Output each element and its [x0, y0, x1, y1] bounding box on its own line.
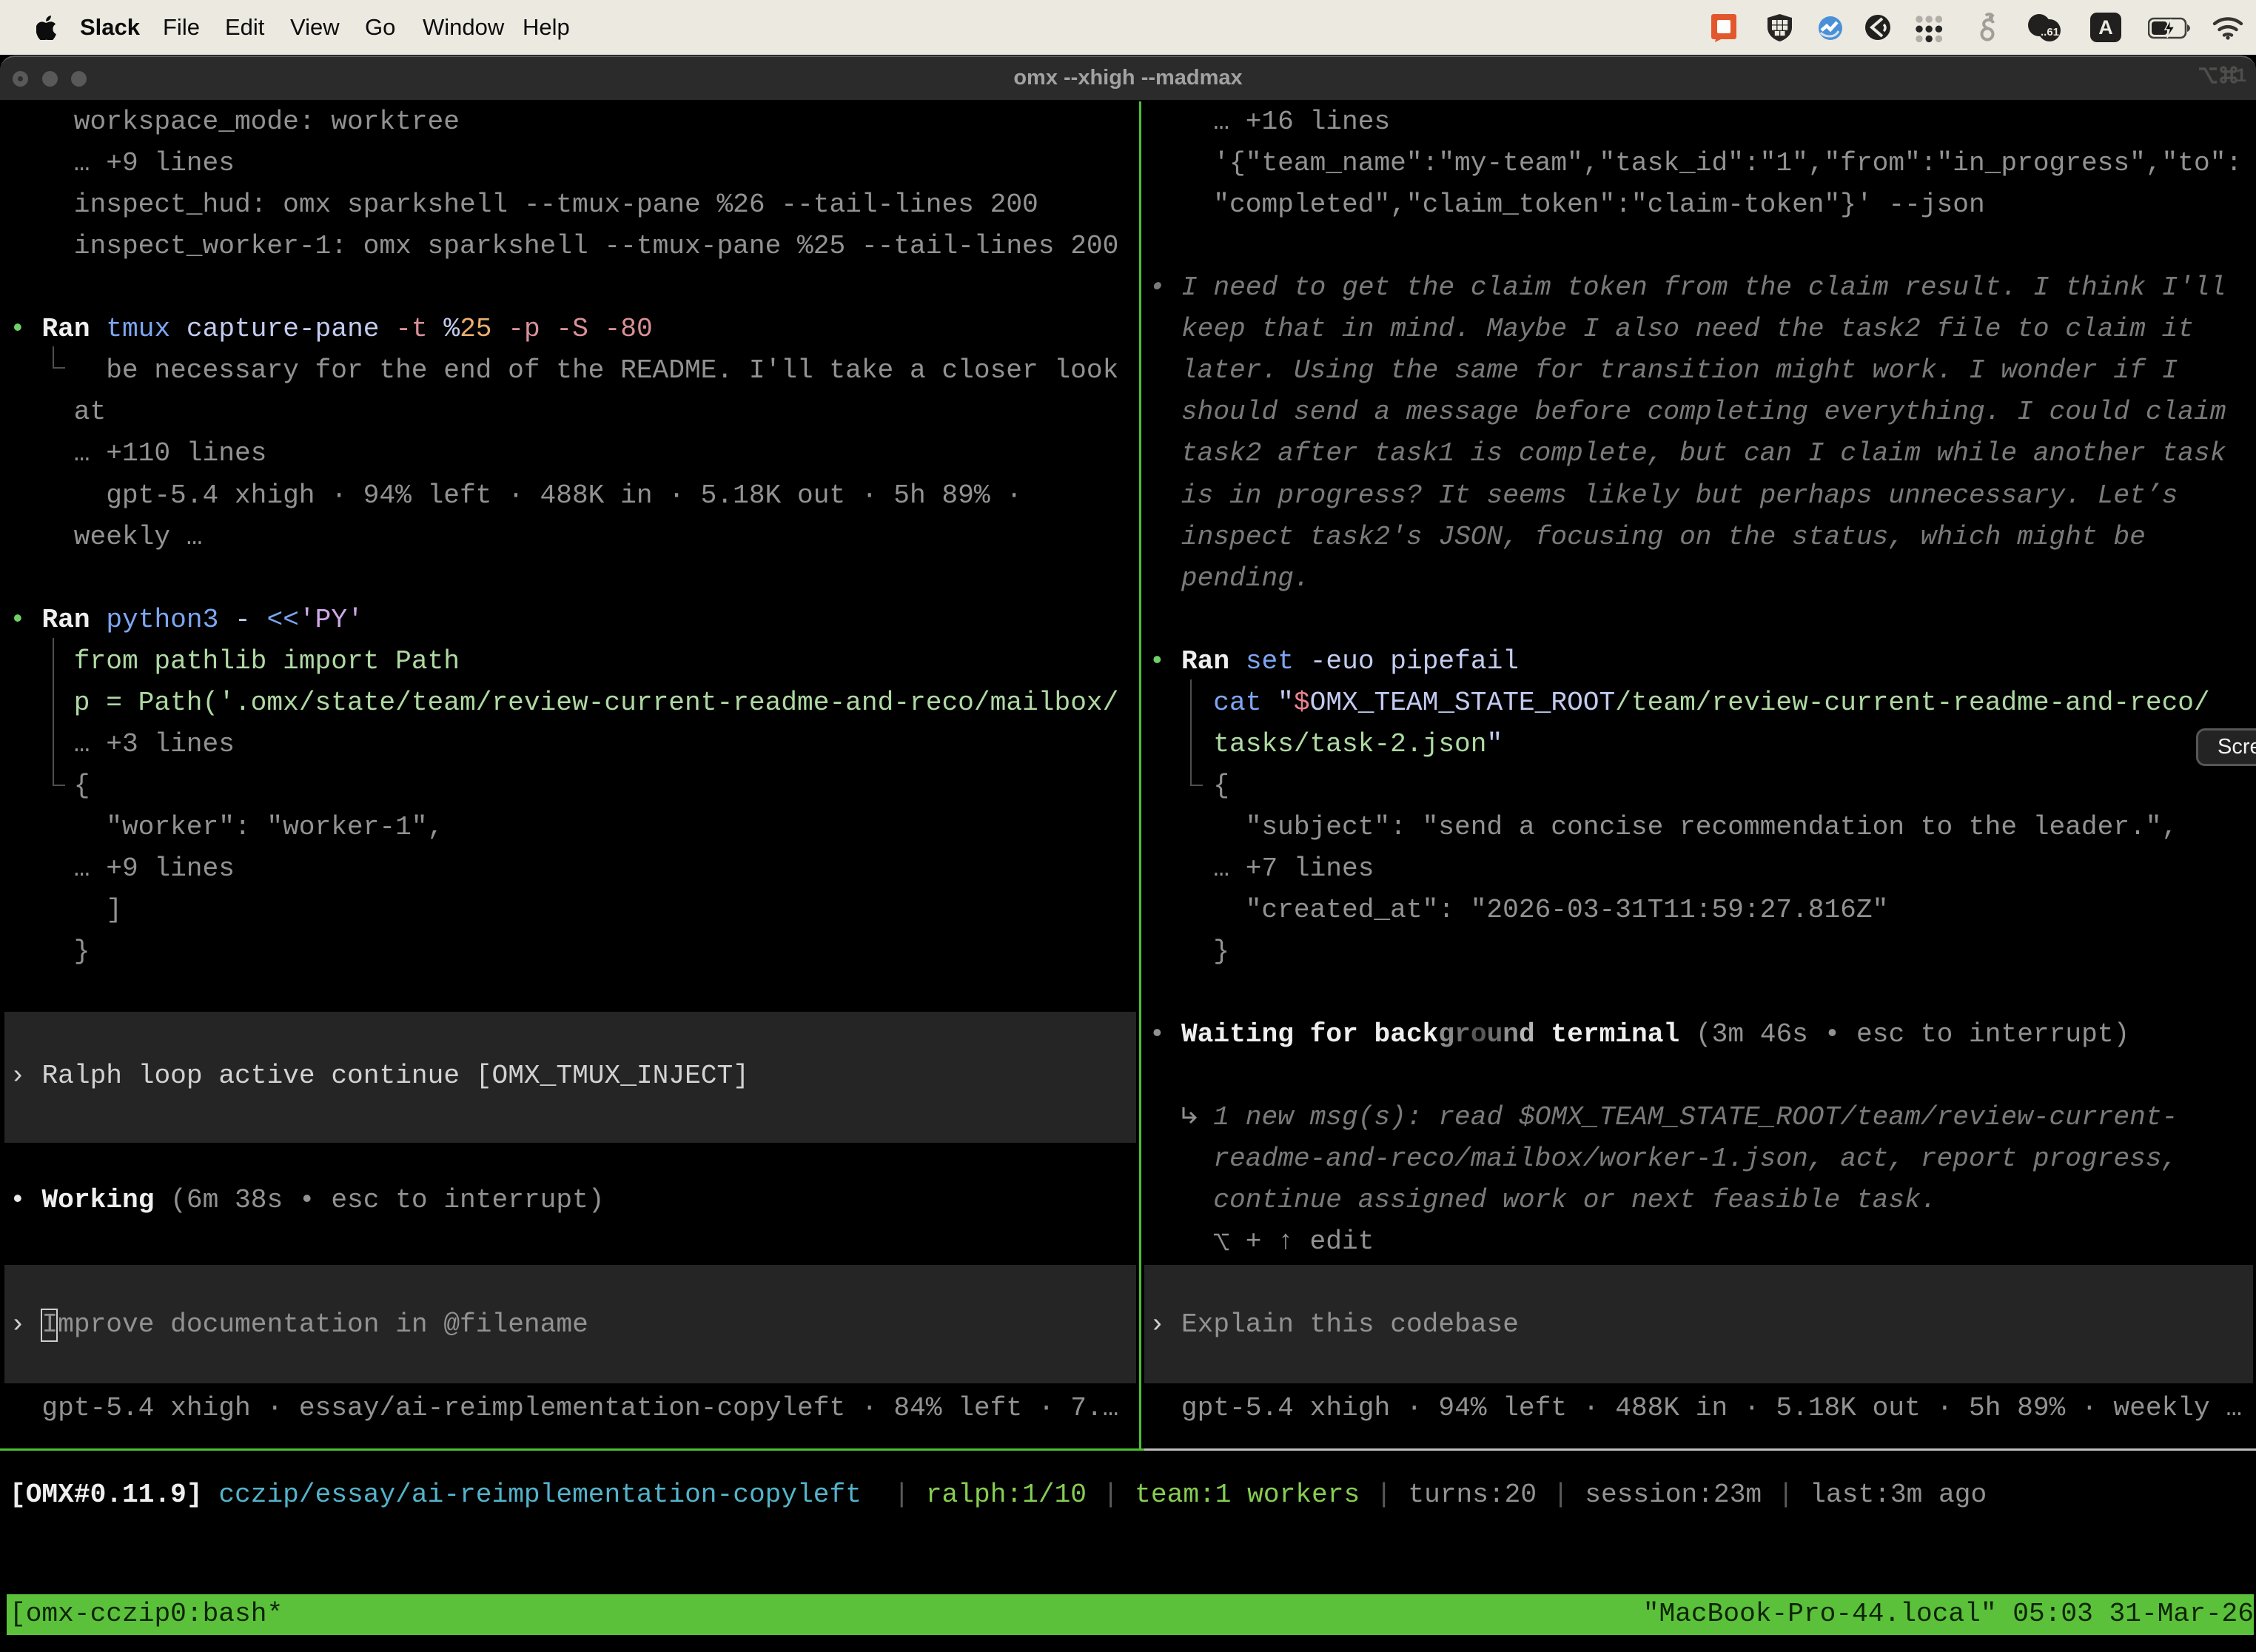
svg-text:..61: ..61 [2041, 26, 2059, 38]
svg-text:1: 1 [2236, 66, 2246, 85]
